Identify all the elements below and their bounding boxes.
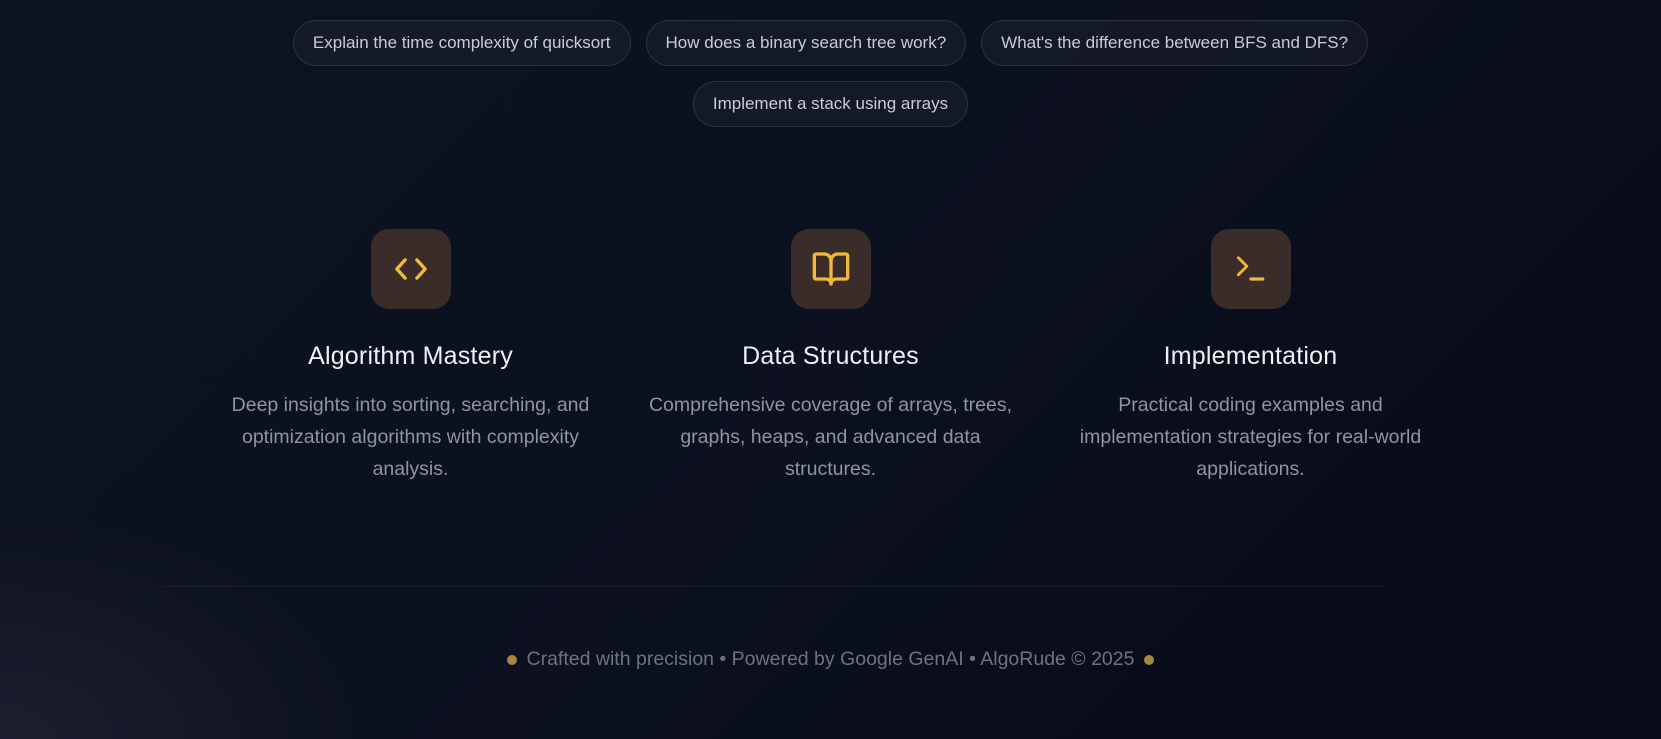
feature-title: Data Structures bbox=[742, 342, 919, 370]
suggestion-chips: Explain the time complexity of quicksort… bbox=[0, 20, 1661, 127]
feature-icon-box bbox=[1210, 229, 1291, 309]
footer: Crafted with precision • Powered by Goog… bbox=[0, 648, 1661, 671]
terminal-icon bbox=[1236, 256, 1264, 281]
suggestion-chip-quicksort[interactable]: Explain the time complexity of quicksort bbox=[292, 20, 631, 66]
feature-description: Practical coding examples and implementa… bbox=[1079, 394, 1422, 480]
code-icon bbox=[394, 258, 427, 280]
feature-title: Algorithm Mastery bbox=[308, 342, 513, 370]
suggestion-chip-bst[interactable]: How does a binary search tree work? bbox=[645, 20, 967, 66]
suggestion-chip-stack[interactable]: Implement a stack using arrays bbox=[692, 81, 969, 127]
feature-description: Deep insights into sorting, searching, a… bbox=[231, 394, 590, 480]
footer-dot-left bbox=[506, 654, 517, 665]
suggestion-chip-bfs-dfs[interactable]: What's the difference between BFS and DF… bbox=[981, 20, 1369, 66]
feature-card-data-structures: Data Structures Comprehensive coverage o… bbox=[641, 229, 1021, 485]
footer-divider bbox=[163, 586, 1385, 587]
feature-description: Comprehensive coverage of arrays, trees,… bbox=[648, 394, 1013, 480]
footer-dot-right bbox=[1144, 654, 1155, 665]
feature-card-implementation: Implementation Practical coding examples… bbox=[1061, 229, 1441, 485]
feature-icon-box bbox=[790, 229, 871, 309]
feature-grid: Algorithm Mastery Deep insights into sor… bbox=[0, 229, 1661, 485]
feature-card-algorithms: Algorithm Mastery Deep insights into sor… bbox=[221, 229, 601, 485]
feature-title: Implementation bbox=[1163, 342, 1338, 370]
feature-icon-box bbox=[370, 229, 451, 309]
suggestion-row-2: Implement a stack using arrays bbox=[0, 81, 1661, 127]
footer-text: Crafted with precision • Powered by Goog… bbox=[526, 648, 1135, 670]
suggestion-row-1: Explain the time complexity of quicksort… bbox=[0, 20, 1661, 66]
book-icon bbox=[812, 252, 849, 286]
